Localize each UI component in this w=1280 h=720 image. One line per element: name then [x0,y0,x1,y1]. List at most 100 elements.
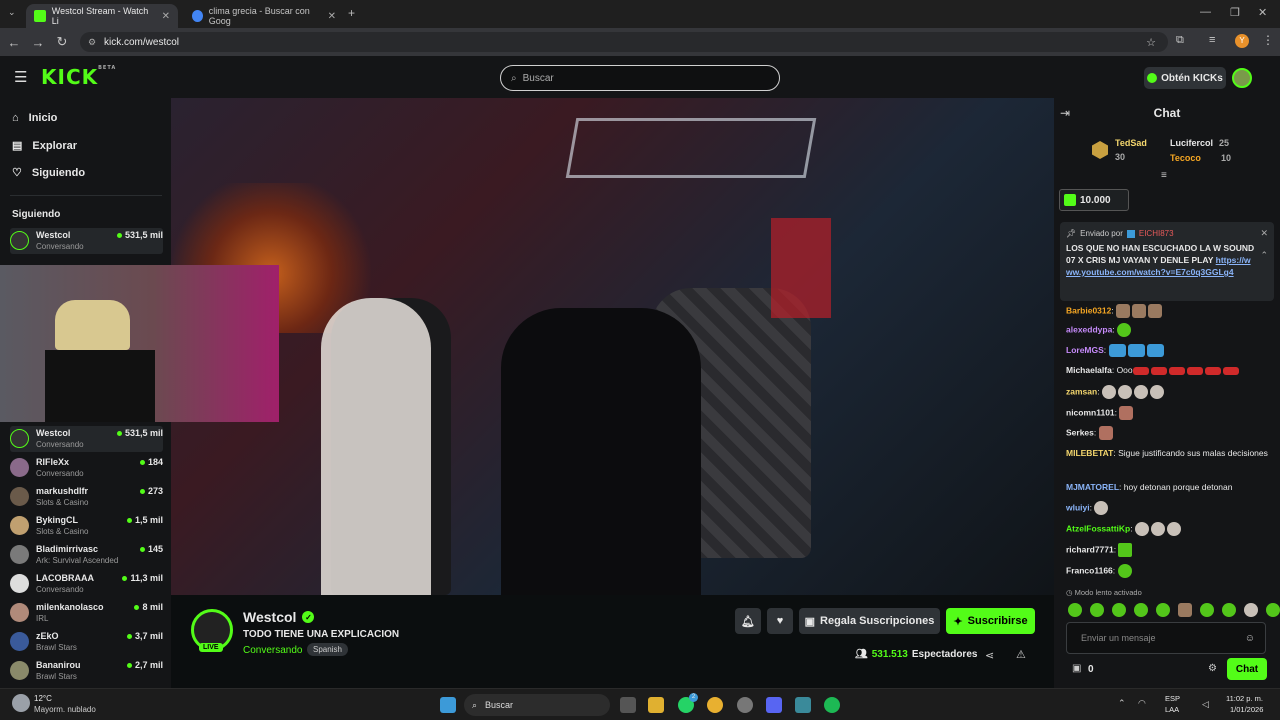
volume-icon[interactable]: ◁ [1202,699,1209,710]
weather-icon[interactable] [12,694,30,712]
discord-icon[interactable] [766,697,782,713]
emote-icon[interactable] [1112,603,1126,617]
nav-explorar[interactable]: ▤ Explorar [12,139,77,153]
forward-icon[interactable]: → [26,35,50,50]
close-icon[interactable]: ✕ [162,11,170,22]
emote-icon[interactable] [1244,603,1258,617]
tray-chevron-icon[interactable]: ⌃ [1118,698,1126,709]
site-info-icon[interactable]: ⚙ [88,37,96,48]
weather-temp: 12°C [34,694,52,703]
app-icon[interactable] [737,697,753,713]
compass-icon: ▤ [12,140,23,152]
following-channel[interactable]: BykingCL Slots & Casino 1,5 mil [10,513,163,539]
pinned-user[interactable]: EICHI873 [1139,229,1174,238]
pinned-message: 📌︎ Enviado por EICHI873 ✕ ⌃ LOS QUE NO H… [1060,222,1274,301]
streamer-name[interactable]: Westcol ✓ [243,609,315,625]
following-channel[interactable]: milenkanolasco IRL 8 mil [10,600,163,626]
extensions-icon[interactable]: ⧉ [1176,34,1184,47]
emote-icon[interactable] [1068,603,1082,617]
emote-icon[interactable] [1222,603,1236,617]
emote-bar [1068,603,1280,617]
close-icon[interactable]: ✕ [328,11,336,22]
maximize-icon[interactable]: ❐ [1230,6,1240,19]
leaderboard-user[interactable]: Lucifercol [1170,138,1213,148]
chat-message: LoreMGS: [1066,344,1271,358]
kicks-gift-badge[interactable]: 10.000 [1059,189,1129,211]
reload-icon[interactable]: ↻ [50,34,74,50]
emote-icon[interactable] [1266,603,1280,617]
live-dot-icon [139,488,145,494]
kick-logo[interactable]: KICKBETA [41,65,116,89]
points-icon[interactable]: ▣ [1072,663,1081,674]
report-icon[interactable]: ⚠ [1016,648,1026,661]
language-layout: LAA [1165,705,1180,714]
tab-google[interactable]: clima grecia - Buscar con Goog ✕ [184,4,344,28]
share-icon[interactable]: ⋖ [985,649,994,662]
tab-kick[interactable]: Westcol Stream - Watch Li ✕ [26,4,178,28]
emote-icon[interactable] [1178,603,1192,617]
leaderboard-user[interactable]: TedSad [1115,138,1147,148]
expand-leaderboard-icon[interactable]: ≡ [1161,170,1167,181]
tab-search-icon[interactable]: ⌄ [8,7,16,18]
file-explorer-icon[interactable] [648,697,664,713]
chrome-icon[interactable] [707,697,723,713]
settings-gear-icon[interactable]: ⚙ [1208,663,1217,674]
follow-button[interactable]: ♥ [767,608,793,634]
window-close-icon[interactable]: ✕ [1258,6,1267,19]
notification-bell-button[interactable]: 🔔︎ [735,608,761,634]
chat-message-input[interactable]: Enviar un mensaje ☺ [1066,622,1266,654]
more-menu-icon[interactable]: ⋮ [1262,33,1274,47]
subscribe-button[interactable]: ✦ Suscribirse [946,608,1035,634]
back-icon[interactable]: ← [2,35,26,50]
chat-message: MILEBETAT: Sigue justificando sus malas … [1066,448,1268,458]
url-field[interactable]: ⚙ kick.com/westcol ☆ [80,32,1168,52]
clock-date[interactable]: 1/01/2026 [1230,705,1263,714]
emote-icon[interactable] [1156,603,1170,617]
language-indicator[interactable]: ESP [1165,694,1180,703]
user-avatar[interactable] [1232,68,1252,88]
media-icon[interactable]: ≡ [1209,34,1215,46]
collapse-pinned-icon[interactable]: ⌃ [1260,250,1268,261]
following-channel[interactable]: Bladimirrivasc Ark: Survival Ascended 14… [10,542,163,568]
spotify-icon[interactable] [824,697,840,713]
emote-icon[interactable] [1200,603,1214,617]
send-chat-button[interactable]: Chat [1227,658,1267,680]
following-channel[interactable]: LACOBRAAA Conversando 11,3 mil [10,571,163,597]
following-channel[interactable]: Westcol Conversando 531,5 mil [10,228,163,254]
live-dot-icon [116,430,122,436]
stream-category[interactable]: Conversando [243,645,302,656]
language-tag[interactable]: Spanish [307,643,348,656]
bookmark-star-icon[interactable]: ☆ [1146,36,1156,49]
person [321,298,431,595]
emoji-picker-icon[interactable]: ☺ [1245,633,1255,644]
windows-start-icon[interactable] [440,697,456,713]
chat-message: nicomn1101: [1066,406,1271,420]
nav-inicio[interactable]: ⌂ Inicio [12,112,57,124]
wifi-icon[interactable]: ◠ [1138,698,1146,709]
clock-time[interactable]: 11:02 p. m. [1226,694,1263,703]
video-player[interactable] [171,98,1054,595]
task-view-icon[interactable] [620,697,636,713]
app-icon[interactable] [795,697,811,713]
new-tab-icon[interactable]: + [348,6,355,20]
chat-message: Michaelalfa: Ooo [1066,364,1271,377]
taskbar-search[interactable]: ⌕ Buscar [464,694,610,716]
following-channel[interactable]: RIFleXx Conversando 184 [10,455,163,481]
profile-avatar[interactable]: Y [1235,34,1249,48]
avatar [10,487,29,506]
emote-icon[interactable] [1134,603,1148,617]
following-channel[interactable]: markushdlfr Slots & Casino 273 [10,484,163,510]
live-dot-icon [139,459,145,465]
following-channel[interactable]: zEkO Brawl Stars 3,7 mil [10,629,163,655]
minimize-icon[interactable]: — [1200,6,1211,18]
following-channel[interactable]: Westcol Conversando 531,5 mil [10,426,163,452]
gift-subs-button[interactable]: ▣ Regala Suscripciones [799,608,940,634]
search-input[interactable]: ⌕ Buscar [500,65,780,91]
hamburger-menu-icon[interactable]: ☰ [14,68,27,86]
unpin-icon[interactable]: ✕ [1260,228,1268,239]
nav-siguiendo[interactable]: ♡ Siguiendo [12,166,85,180]
get-kicks-button[interactable]: Obtén KICKs [1144,67,1226,89]
following-channel[interactable]: Bananirou Brawl Stars 2,7 mil [10,658,163,684]
emote-icon[interactable] [1090,603,1104,617]
leaderboard-user[interactable]: Tecoco [1170,153,1201,163]
